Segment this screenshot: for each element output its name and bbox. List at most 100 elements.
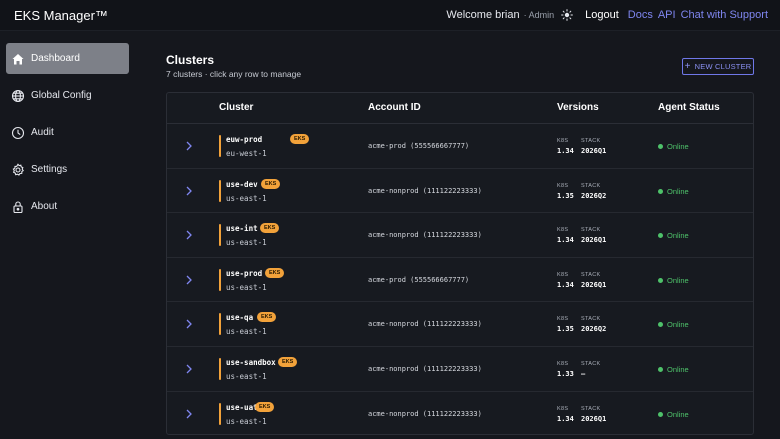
stack-version: 2026Q1 xyxy=(581,147,607,155)
agent-status: Online xyxy=(658,410,689,419)
cluster-region: us-east-1 xyxy=(226,193,267,203)
chevron-right-icon[interactable] xyxy=(185,317,193,329)
status-dot xyxy=(658,366,663,372)
sun-icon[interactable] xyxy=(561,9,574,21)
stack-version: 2026Q2 xyxy=(581,325,607,334)
chevron-right-icon[interactable] xyxy=(185,139,193,151)
cluster-accent-bar xyxy=(219,313,221,336)
k8s-version: 1.34 xyxy=(557,280,574,289)
cluster-accent-bar xyxy=(219,402,221,425)
table-row[interactable]: use-int EKS us-east-1 acme-nonprod (1111222… xyxy=(167,213,753,258)
cluster-region: us-east-1 xyxy=(226,371,267,381)
stack-version: 2026Q1 xyxy=(581,236,607,245)
sidebar-item-about[interactable]: About xyxy=(6,191,129,222)
agent-status: Online xyxy=(658,365,689,374)
cluster-region: us-east-1 xyxy=(226,282,267,292)
agent-status-label: Online xyxy=(667,275,689,285)
table-row[interactable]: use-prod EKS us-east-1 acme-prod (555566667… xyxy=(167,258,753,303)
table-row[interactable]: use-sandbox EKS us-east-1 acme-nonprod (111… xyxy=(167,347,753,392)
status-dot xyxy=(658,233,663,239)
column-header-versions[interactable]: Versions xyxy=(557,102,599,113)
cluster-accent-bar xyxy=(219,268,221,291)
agent-status-label: Online xyxy=(667,320,689,330)
cluster-name: use-sandbox xyxy=(226,357,276,367)
status-dot xyxy=(658,144,663,149)
api-link[interactable]: API xyxy=(658,9,676,21)
sidebar-item-global-config[interactable]: Global Config xyxy=(6,80,129,111)
table-row[interactable]: use-dev EKS us-east-1 acme-nonprod (1111222… xyxy=(167,169,753,214)
top-right-area: Welcome brian · Admin Logout Docs API Ch… xyxy=(446,9,768,21)
cluster-type-badge: EKS xyxy=(255,401,275,412)
home-icon xyxy=(11,52,25,66)
status-dot xyxy=(658,411,663,417)
stack-label: STACK xyxy=(581,405,601,412)
agent-status-label: Online xyxy=(667,409,689,419)
app-brand[interactable]: EKS Manager™ xyxy=(14,8,108,23)
cluster-type-badge: EKS xyxy=(257,312,277,323)
account-id: acme-nonprod (111122223333) xyxy=(368,231,482,240)
stack-label: STACK xyxy=(581,182,601,189)
agent-status-label: Online xyxy=(667,364,689,374)
chat-support-link[interactable]: Chat with Support xyxy=(681,9,768,21)
chevron-right-icon[interactable] xyxy=(185,273,193,285)
cluster-type-badge: EKS xyxy=(265,267,285,278)
cluster-type-badge: EKS xyxy=(278,356,298,367)
cluster-type-badge: EKS xyxy=(290,134,310,144)
sidebar-item-audit[interactable]: Audit xyxy=(6,117,129,148)
account-id: acme-nonprod (111122223333) xyxy=(368,409,482,418)
cluster-region: us-east-1 xyxy=(226,416,267,426)
new-cluster-label: NEW CLUSTER xyxy=(694,62,752,71)
stack-label: STACK xyxy=(581,360,601,367)
chevron-right-icon[interactable] xyxy=(185,407,193,419)
cluster-accent-bar xyxy=(219,179,221,202)
stack-label: STACK xyxy=(581,138,601,144)
k8s-label: K8S xyxy=(557,227,569,234)
sidebar-item-dashboard[interactable]: Dashboard xyxy=(6,43,129,74)
account-id: acme-nonprod (111122223333) xyxy=(368,364,482,373)
table-row[interactable]: use-qa EKS us-east-1 acme-nonprod (11112222… xyxy=(167,302,753,347)
k8s-version: 1.34 xyxy=(557,147,574,155)
gear-icon xyxy=(11,162,25,177)
sidebar-item-label: Audit xyxy=(31,127,54,138)
stack-version: 2026Q1 xyxy=(581,280,607,289)
logout-link[interactable]: Logout xyxy=(585,9,619,21)
agent-status-label: Online xyxy=(667,186,689,196)
agent-status: Online xyxy=(658,276,689,285)
cluster-name: euw-prod xyxy=(226,135,263,144)
user-role: · Admin xyxy=(523,10,555,20)
k8s-label: K8S xyxy=(557,405,569,412)
agent-status: Online xyxy=(658,320,689,329)
k8s-label: K8S xyxy=(557,360,569,367)
column-header-account-id[interactable]: Account ID xyxy=(368,102,421,113)
chevron-right-icon[interactable] xyxy=(185,184,193,196)
stack-label: STACK xyxy=(581,316,601,323)
agent-status: Online xyxy=(658,231,689,240)
cluster-region: us-east-1 xyxy=(226,327,267,337)
top-bar: EKS Manager™ Welcome brian · Admin Logou… xyxy=(0,0,780,31)
cluster-region: us-east-1 xyxy=(226,238,267,248)
k8s-version: 1.33 xyxy=(557,369,574,378)
cluster-name: use-prod xyxy=(226,268,263,278)
clock-icon xyxy=(11,126,25,140)
sidebar-item-label: Global Config xyxy=(31,90,92,101)
docs-link[interactable]: Docs xyxy=(628,9,653,21)
k8s-label: K8S xyxy=(557,316,569,323)
chevron-right-icon[interactable] xyxy=(185,362,193,374)
sidebar-item-settings[interactable]: Settings xyxy=(6,154,129,185)
account-id: acme-prod (555566667777) xyxy=(368,275,470,284)
lock-icon xyxy=(11,200,25,214)
agent-status-label: Online xyxy=(667,231,689,241)
new-cluster-button[interactable]: + NEW CLUSTER xyxy=(682,58,754,75)
status-dot xyxy=(658,322,663,328)
column-header-agent-status[interactable]: Agent Status xyxy=(658,102,720,113)
table-row[interactable]: euw-prod EKS eu-west-1 acme-prod (555566667… xyxy=(167,124,753,169)
page-subtitle: 7 clusters · click any row to manage xyxy=(166,69,302,79)
cluster-accent-bar xyxy=(219,135,221,157)
status-dot xyxy=(658,277,663,283)
table-row[interactable]: use-uat EKS us-east-1 acme-nonprod (1111222… xyxy=(167,392,753,434)
column-header-cluster[interactable]: Cluster xyxy=(219,102,253,113)
welcome-text: Welcome brian xyxy=(446,9,520,21)
page-title: Clusters xyxy=(166,53,215,67)
chevron-right-icon[interactable] xyxy=(185,228,193,240)
cluster-accent-bar xyxy=(219,224,221,247)
